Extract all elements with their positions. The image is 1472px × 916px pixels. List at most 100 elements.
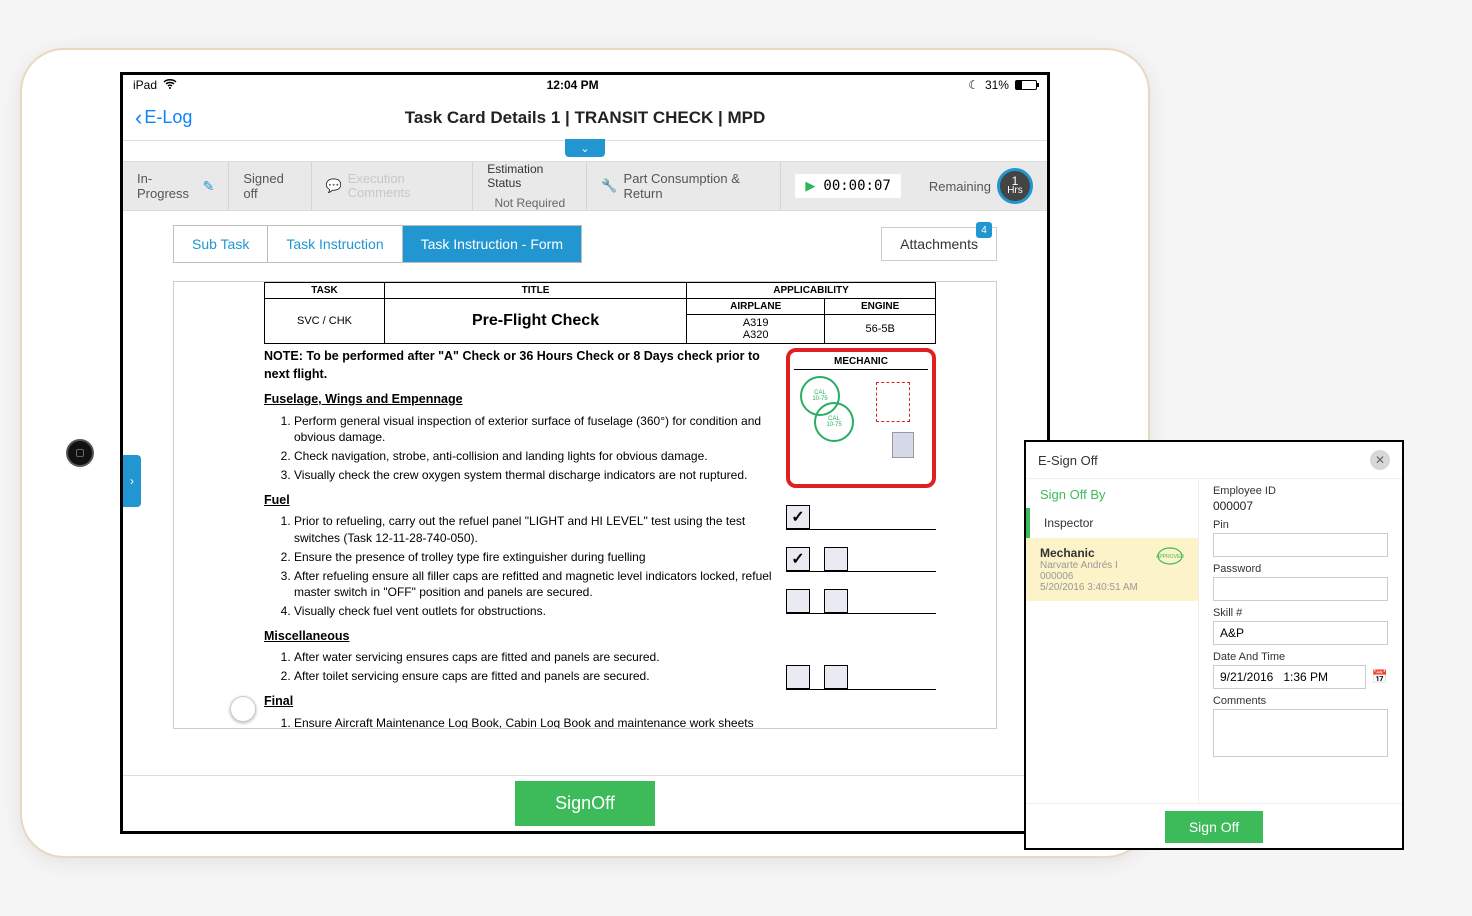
- tab-sub-task[interactable]: Sub Task: [174, 226, 268, 262]
- remaining-badge: 1 Hrs: [997, 168, 1033, 204]
- part-consumption[interactable]: 🔧 Part Consumption & Return: [587, 162, 781, 210]
- list-item: Prior to refueling, carry out the refuel…: [294, 513, 774, 547]
- section-fuel-title: Fuel: [264, 492, 774, 510]
- approved-stamp-icon: APPROVED: [1156, 546, 1184, 566]
- battery-percent: 31%: [985, 78, 1009, 92]
- task-value: SVC / CHK: [265, 299, 385, 344]
- mechanic-signature-box[interactable]: MECHANIC CAL10-75 CAL10-75: [786, 348, 936, 488]
- section-misc-title: Miscellaneous: [264, 628, 774, 646]
- exec-comments-label: Execution Comments: [348, 172, 459, 201]
- section-fuel-list: Prior to refueling, carry out the refuel…: [294, 513, 774, 620]
- moon-icon: ☾: [968, 78, 979, 92]
- calendar-icon[interactable]: 📅: [1372, 669, 1388, 685]
- list-item: After refueling ensure all filler caps a…: [294, 568, 774, 602]
- home-button[interactable]: [66, 439, 94, 467]
- document-viewer[interactable]: TASK TITLE APPLICABILITY SVC / CHK Pre-F…: [173, 281, 997, 729]
- execution-comments[interactable]: 💬 Execution Comments: [312, 162, 474, 210]
- password-input[interactable]: [1213, 577, 1388, 601]
- signoff-by-label: Sign Off By: [1026, 485, 1198, 508]
- col-engine: ENGINE: [825, 299, 936, 315]
- pin-input[interactable]: [1213, 533, 1388, 557]
- nav-header: ‹ E-Log Task Card Details 1 | TRANSIT CH…: [123, 95, 1047, 141]
- side-expand-handle[interactable]: ›: [123, 455, 141, 507]
- checkbox[interactable]: [824, 589, 848, 613]
- esign-off-panel: E-Sign Off ✕ Sign Off By Inspector APPRO…: [1024, 440, 1404, 850]
- skill-label: Skill #: [1213, 607, 1388, 619]
- check-row: [786, 580, 936, 614]
- estimation-value: Not Required: [494, 196, 565, 210]
- check-row: [786, 538, 936, 572]
- list-item: Perform general visual inspection of ext…: [294, 413, 774, 447]
- attachments-count-badge: 4: [976, 222, 992, 238]
- engine-value: 56-5B: [825, 315, 936, 344]
- svg-text:APPROVED: APPROVED: [1156, 554, 1184, 560]
- esign-header: E-Sign Off ✕: [1026, 442, 1402, 479]
- list-item: Check navigation, strobe, anti-collision…: [294, 448, 774, 465]
- close-button[interactable]: ✕: [1370, 450, 1390, 470]
- tab-task-instruction[interactable]: Task Instruction: [268, 226, 402, 262]
- signoff-button[interactable]: SignOff: [515, 781, 655, 826]
- mechanic-label: MECHANIC: [794, 356, 928, 370]
- role-mechanic[interactable]: APPROVED Mechanic Narvarte Andrés I 0000…: [1026, 538, 1198, 601]
- datetime-input[interactable]: [1213, 665, 1366, 689]
- section-fuselage-title: Fuselage, Wings and Empennage: [264, 391, 774, 409]
- stamp-placeholder-icon: [876, 382, 910, 422]
- wifi-icon: [163, 78, 177, 92]
- estimation-label: Estimation Status: [487, 162, 572, 190]
- checkbox[interactable]: [786, 505, 810, 529]
- doc-note: NOTE: To be performed after "A" Check or…: [264, 348, 774, 383]
- signed-off-chip[interactable]: Signed off: [229, 162, 311, 210]
- col-applicability: APPLICABILITY: [687, 283, 936, 299]
- section-fuselage-list: Perform general visual inspection of ext…: [294, 413, 774, 484]
- remaining-chip: Remaining 1 Hrs: [915, 162, 1047, 210]
- comments-label: Comments: [1213, 695, 1388, 707]
- screen: iPad 12:04 PM ☾ 31% ‹ E-Log Task Card De…: [120, 72, 1050, 834]
- section-final-list: Ensure Aircraft Maintenance Log Book, Ca…: [294, 715, 774, 729]
- attachments-button[interactable]: Attachments 4: [881, 227, 997, 261]
- checkbox[interactable]: [824, 665, 848, 689]
- section-misc-list: After water servicing ensures caps are f…: [294, 649, 774, 685]
- part-consumption-label: Part Consumption & Return: [624, 171, 767, 201]
- timer-value: 00:00:07: [823, 178, 890, 194]
- doc-header-table: TASK TITLE APPLICABILITY SVC / CHK Pre-F…: [264, 282, 936, 344]
- status-label: In-Progress: [137, 171, 197, 201]
- remaining-unit: Hrs: [1007, 186, 1023, 196]
- checkbox[interactable]: [786, 547, 810, 571]
- back-button[interactable]: ‹ E-Log: [123, 105, 204, 131]
- timer[interactable]: ▶ 00:00:07: [795, 174, 900, 198]
- esign-form: Employee ID 000007 Pin Password Skill # …: [1199, 479, 1402, 803]
- comment-icon: 💬: [326, 178, 342, 194]
- col-task: TASK: [265, 283, 385, 299]
- col-title: TITLE: [385, 283, 687, 299]
- skill-input[interactable]: [1213, 621, 1388, 645]
- esign-submit-button[interactable]: Sign Off: [1165, 811, 1263, 843]
- check-row: [786, 720, 936, 729]
- list-item: After toilet servicing ensure caps are f…: [294, 668, 774, 685]
- clock: 12:04 PM: [547, 78, 599, 92]
- tab-task-instruction-form[interactable]: Task Instruction - Form: [403, 226, 581, 262]
- ios-status-bar: iPad 12:04 PM ☾ 31%: [123, 75, 1047, 95]
- section-final-title: Final: [264, 693, 774, 711]
- esign-title: E-Sign Off: [1038, 453, 1098, 468]
- checkbox[interactable]: [786, 665, 810, 689]
- list-item: After water servicing ensures caps are f…: [294, 649, 774, 666]
- checkbox[interactable]: [786, 589, 810, 613]
- list-item: Ensure the presence of trolley type fire…: [294, 549, 774, 566]
- attachments-label: Attachments: [900, 236, 978, 252]
- comments-input[interactable]: [1213, 709, 1388, 757]
- checkbox[interactable]: [824, 547, 848, 571]
- role-inspector[interactable]: Inspector: [1026, 508, 1198, 538]
- dropdown-toggle[interactable]: ⌄: [565, 139, 605, 157]
- pin-label: Pin: [1213, 519, 1388, 531]
- list-item: Visually check the crew oxygen system th…: [294, 467, 774, 484]
- role-timestamp: 5/20/2016 3:40:51 AM: [1040, 582, 1184, 593]
- scroll-knob[interactable]: [230, 696, 256, 722]
- tabs-row: Sub Task Task Instruction Task Instructi…: [123, 211, 1047, 263]
- doc-title: Pre-Flight Check: [385, 299, 687, 344]
- stamp-slot-icon: [892, 432, 914, 458]
- check-row: [786, 496, 936, 530]
- stamp-icon: CAL10-75: [814, 402, 854, 442]
- status-chip[interactable]: In-Progress ✎: [123, 162, 229, 210]
- role-emp-id: 000006: [1040, 571, 1184, 582]
- chevron-down-icon: ⌄: [580, 142, 589, 155]
